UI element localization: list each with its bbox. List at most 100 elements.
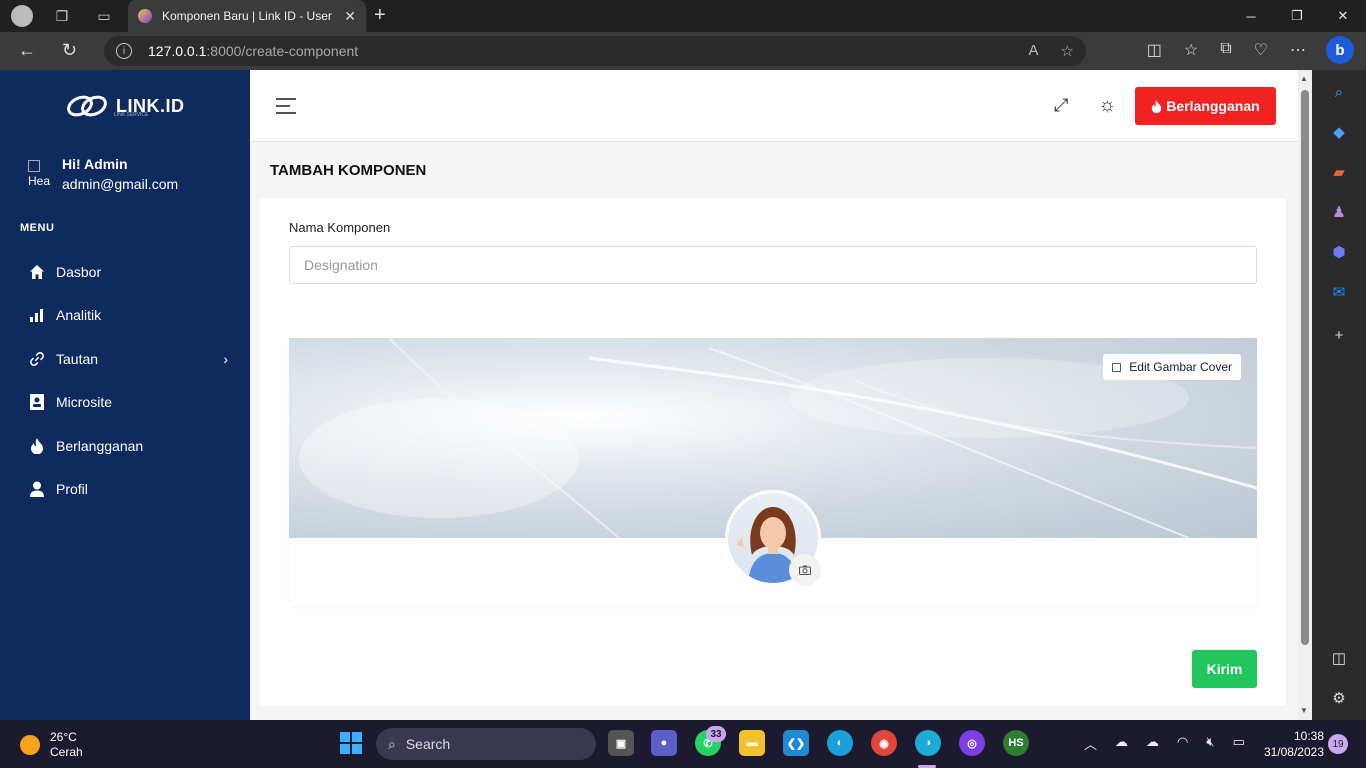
submit-button[interactable]: Kirim	[1192, 650, 1257, 688]
chrome-icon[interactable]: ◉	[871, 730, 897, 756]
sidebar-toggle-icon[interactable]: ◫	[1329, 648, 1349, 668]
tab-actions-icon[interactable]: ▭	[92, 4, 116, 28]
sidebar-item-analitik[interactable]: Analitik	[28, 303, 228, 327]
onedrive-icon[interactable]: ☁	[1146, 734, 1159, 753]
scroll-down-icon[interactable]: ▼	[1300, 706, 1308, 715]
games-icon[interactable]: ♟	[1329, 202, 1349, 222]
time: 10:38	[1293, 729, 1324, 743]
image-icon	[1112, 362, 1122, 372]
copilot-icon[interactable]: b	[1326, 36, 1354, 64]
tools-briefcase-icon[interactable]: ▰	[1329, 162, 1349, 182]
menu-heading: MENU	[20, 222, 55, 234]
scroll-up-icon[interactable]: ▲	[1300, 74, 1308, 83]
site-info-icon[interactable]: i	[116, 43, 132, 59]
task-view-icon[interactable]: ▣	[608, 730, 634, 756]
favorite-star-icon[interactable]: ☆	[1061, 42, 1074, 60]
wifi-icon[interactable]: ◠	[1177, 734, 1188, 753]
sun-weather-icon	[20, 735, 40, 755]
link-icon	[28, 350, 46, 368]
fullscreen-icon[interactable]: ⤢	[1054, 95, 1068, 116]
shopping-tag-icon[interactable]: ◆	[1329, 122, 1349, 142]
fire-icon	[28, 437, 46, 455]
system-tray: ︿ ☁ ☁ ◠ 🔇︎ ▭	[1084, 734, 1245, 753]
id-card-icon	[28, 393, 46, 411]
new-tab-icon[interactable]: +	[374, 4, 386, 27]
more-options-icon[interactable]: ⋯	[1290, 40, 1306, 60]
collections-icon[interactable]: ⧉	[1220, 40, 1231, 60]
office-icon[interactable]: ⬢	[1329, 242, 1349, 262]
window-controls: ─ ❐ ✕	[1228, 0, 1366, 32]
url-field[interactable]: i 127.0.0.1:8000/create-component A ☆	[104, 36, 1086, 66]
topbar: ⤢ ☼ Berlangganan	[250, 70, 1298, 142]
restore-icon[interactable]: ❐	[1274, 0, 1320, 32]
edge-dev-icon[interactable]: ◐	[827, 730, 853, 756]
refresh-icon[interactable]: ↻	[62, 40, 77, 61]
github-desktop-icon[interactable]: ◎	[959, 730, 985, 756]
user-icon	[28, 480, 46, 498]
sidebar-item-label: Tautan	[56, 351, 99, 367]
workspaces-icon[interactable]: ❐	[50, 4, 74, 28]
tab-title: Komponen Baru | Link ID - User	[162, 9, 332, 23]
windows-start-icon[interactable]	[340, 732, 362, 754]
browser-tab-bar: ❐ ▭ Komponen Baru | Link ID - User ✕ + ─…	[0, 0, 1366, 32]
file-explorer-icon[interactable]: ▬	[739, 730, 765, 756]
url-host: 127.0.0.1	[148, 43, 207, 59]
teams-icon[interactable]: ●	[651, 730, 677, 756]
split-screen-icon[interactable]: ◫	[1147, 40, 1162, 60]
link-logo-icon	[67, 95, 107, 117]
taskbar-search[interactable]: ⌕ Search	[376, 728, 596, 760]
sidebar-item-dasbor[interactable]: Dasbor	[28, 260, 228, 284]
browser-tab[interactable]: Komponen Baru | Link ID - User ✕	[128, 0, 366, 32]
close-tab-icon[interactable]: ✕	[344, 8, 356, 25]
sidebar-item-berlangganan[interactable]: Berlangganan	[28, 434, 228, 458]
clock[interactable]: 10:38 31/08/2023	[1258, 728, 1324, 760]
sidebar-item-profil[interactable]: Profil	[28, 477, 228, 501]
sidebar-item-label: Dasbor	[56, 264, 102, 280]
edit-cover-button[interactable]: Edit Gambar Cover	[1103, 354, 1241, 380]
add-icon[interactable]: +	[1329, 325, 1349, 345]
user-greeting: Hi! Admin	[62, 156, 128, 172]
chevron-up-icon[interactable]: ︿	[1084, 734, 1097, 753]
minimize-icon[interactable]: ─	[1228, 0, 1274, 32]
weather-widget[interactable]: 26°C Cerah	[20, 730, 83, 760]
search-icon[interactable]: ⌕	[1329, 82, 1349, 102]
sidebar-item-label: Berlangganan	[56, 438, 144, 454]
edge-icon[interactable]: ◑	[915, 730, 941, 756]
home-icon	[28, 263, 46, 281]
volume-muted-icon[interactable]: 🔇︎	[1206, 734, 1214, 753]
close-window-icon[interactable]: ✕	[1320, 0, 1366, 32]
temperature: 26°C	[50, 730, 77, 744]
sidebar-item-microsite[interactable]: Microsite	[28, 390, 228, 414]
component-name-input[interactable]	[289, 246, 1257, 284]
performance-icon[interactable]: ♡	[1254, 40, 1268, 60]
change-photo-button[interactable]	[789, 554, 821, 586]
subscribe-button[interactable]: Berlangganan	[1135, 87, 1276, 125]
favorites-icon[interactable]: ☆	[1184, 40, 1198, 60]
battery-icon[interactable]: ▭	[1233, 734, 1245, 753]
vscode-icon[interactable]: ❮❯	[783, 730, 809, 756]
hamburger-menu-icon[interactable]	[276, 98, 296, 119]
page-scrollbar[interactable]: ▲ ▼	[1298, 70, 1312, 720]
notification-badge[interactable]: 19	[1328, 734, 1348, 754]
chevron-right-icon: ›	[223, 351, 228, 367]
sidebar: LINK.ID LINK SERVICE Hea Hi! Admin admin…	[0, 70, 250, 720]
camera-icon	[799, 565, 811, 575]
profile-icon[interactable]	[10, 4, 34, 28]
tab-favicon-icon	[138, 9, 152, 23]
back-icon[interactable]: ←	[18, 40, 36, 61]
logo-subtext: LINK SERVICE	[114, 112, 149, 118]
theme-toggle-sun-icon[interactable]: ☼	[1098, 94, 1116, 117]
logo[interactable]: LINK.ID LINK SERVICE	[66, 92, 185, 120]
sidebar-item-tautan[interactable]: Tautan ›	[28, 347, 228, 371]
outlook-icon[interactable]: ✉	[1329, 282, 1349, 302]
sidebar-item-label: Profil	[56, 481, 88, 497]
scrollbar-thumb[interactable]	[1301, 90, 1309, 645]
read-aloud-icon[interactable]: A	[1029, 42, 1039, 60]
settings-gear-icon[interactable]: ⚙	[1329, 688, 1349, 708]
address-bar-row: ← ↻ i 127.0.0.1:8000/create-component A …	[0, 32, 1366, 70]
subscribe-label: Berlangganan	[1166, 98, 1260, 114]
hs-app-icon[interactable]: HS	[1003, 730, 1029, 756]
sidebar-item-label: Analitik	[56, 307, 102, 323]
avatar: Hea	[28, 160, 60, 188]
network-cloud-icon[interactable]: ☁	[1115, 734, 1128, 753]
